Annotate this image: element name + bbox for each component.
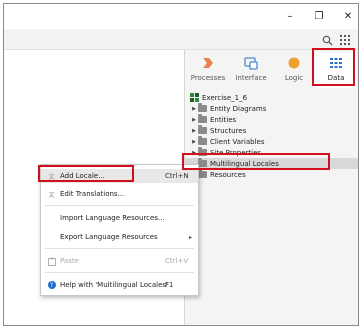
tab-label: Processes [190,74,226,82]
tab-data[interactable]: Data [315,52,357,88]
expand-arrow-icon[interactable]: ▶ [190,128,198,134]
tree-root[interactable]: Exercise_1_6 [185,92,358,103]
menu-item-edit-translations[interactable]: 文 Edit Translations... [41,187,198,201]
translate-icon: 文 [48,191,55,199]
module-icon [190,93,199,102]
tree-item-site-properties[interactable]: ▶ Site Properties [185,147,358,158]
menu-item-shortcut: Ctrl+V [165,257,189,265]
folder-icon [198,114,207,123]
tree-item-label: Site Properties [210,148,262,157]
menu-item-export-language-resources[interactable]: Export Language Resources ▸ [41,230,198,244]
tree-item-label: Resources [210,170,246,179]
menu-item-label: Help with 'Multilingual Locales' [60,281,168,289]
menu-item-paste[interactable]: Paste Ctrl+V [41,254,198,268]
folder-icon [198,158,207,167]
menu-separator [45,205,194,206]
toolbar [4,29,358,50]
logic-icon [288,57,300,69]
processes-icon [203,58,213,68]
folder-icon [198,136,207,145]
tab-label: Data [327,74,345,82]
tree-item-client-variables[interactable]: ▶ Client Variables [185,136,358,147]
tab-processes[interactable]: Processes [187,52,229,88]
menu-item-label: Import Language Resources... [60,214,165,222]
folder-icon [198,125,207,134]
title-bar: – ❐ ✕ [4,4,358,29]
folder-icon [198,169,207,178]
menu-item-shortcut: Ctrl+N [165,172,189,180]
search-icon[interactable] [320,33,334,47]
menu-item-label: Export Language Resources [60,233,158,241]
tab-label: Logic [284,74,304,82]
tree-item-label: Client Variables [210,137,265,146]
grid-icon[interactable] [338,33,352,47]
menu-item-help[interactable]: ? Help with 'Multilingual Locales' F1 [41,278,198,292]
locale-icon: 文 [48,173,55,181]
folder-icon [198,103,207,112]
tree-item-label: Entities [210,115,237,124]
menu-separator [45,248,194,249]
data-icon [330,58,342,68]
menu-separator [45,272,194,273]
app-window: – ❐ ✕ Processes Interface Logic Data Exe… [3,3,359,326]
maximize-button[interactable]: ❐ [309,8,329,24]
tree-item-structures[interactable]: ▶ Structures [185,125,358,136]
context-menu: 文 Add Locale... Ctrl+N 文 Edit Translatio… [40,164,199,296]
tree-root-label: Exercise_1_6 [202,93,248,102]
tree-item-multilingual-locales[interactable]: Multilingual Locales [185,158,358,169]
elements-panel: Processes Interface Logic Data Exercise_… [184,50,358,325]
tab-logic[interactable]: Logic [273,52,315,88]
tree-item-label: Multilingual Locales [210,159,279,168]
expand-arrow-icon[interactable]: ▶ [190,117,198,123]
submenu-arrow-icon: ▸ [188,233,192,241]
expand-arrow-icon[interactable]: ▶ [190,139,198,145]
menu-item-label: Edit Translations... [60,190,125,198]
tree-item-resources[interactable]: Resources [185,169,358,180]
close-button[interactable]: ✕ [338,8,358,24]
menu-item-shortcut: F1 [165,281,174,289]
tree-item-entity-diagrams[interactable]: ▶ Entity Diagrams [185,103,358,114]
menu-item-add-locale[interactable]: 文 Add Locale... Ctrl+N [41,169,198,183]
panel-tabs: Processes Interface Logic Data [185,50,358,90]
tab-interface[interactable]: Interface [230,52,272,88]
help-icon: ? [47,281,56,290]
tree-item-label: Structures [210,126,247,135]
tree-item-entities[interactable]: ▶ Entities [185,114,358,125]
tree-item-label: Entity Diagrams [210,104,267,113]
menu-item-label: Add Locale... [60,172,105,180]
tab-label: Interface [235,74,267,82]
minimize-button[interactable]: – [280,8,300,24]
expand-arrow-icon[interactable]: ▶ [190,106,198,112]
paste-icon [47,257,56,266]
expand-arrow-icon[interactable]: ▶ [190,150,198,156]
interface-icon [244,57,258,70]
folder-icon [198,147,207,156]
menu-item-import-language-resources[interactable]: Import Language Resources... [41,211,198,225]
menu-item-label: Paste [60,257,79,265]
